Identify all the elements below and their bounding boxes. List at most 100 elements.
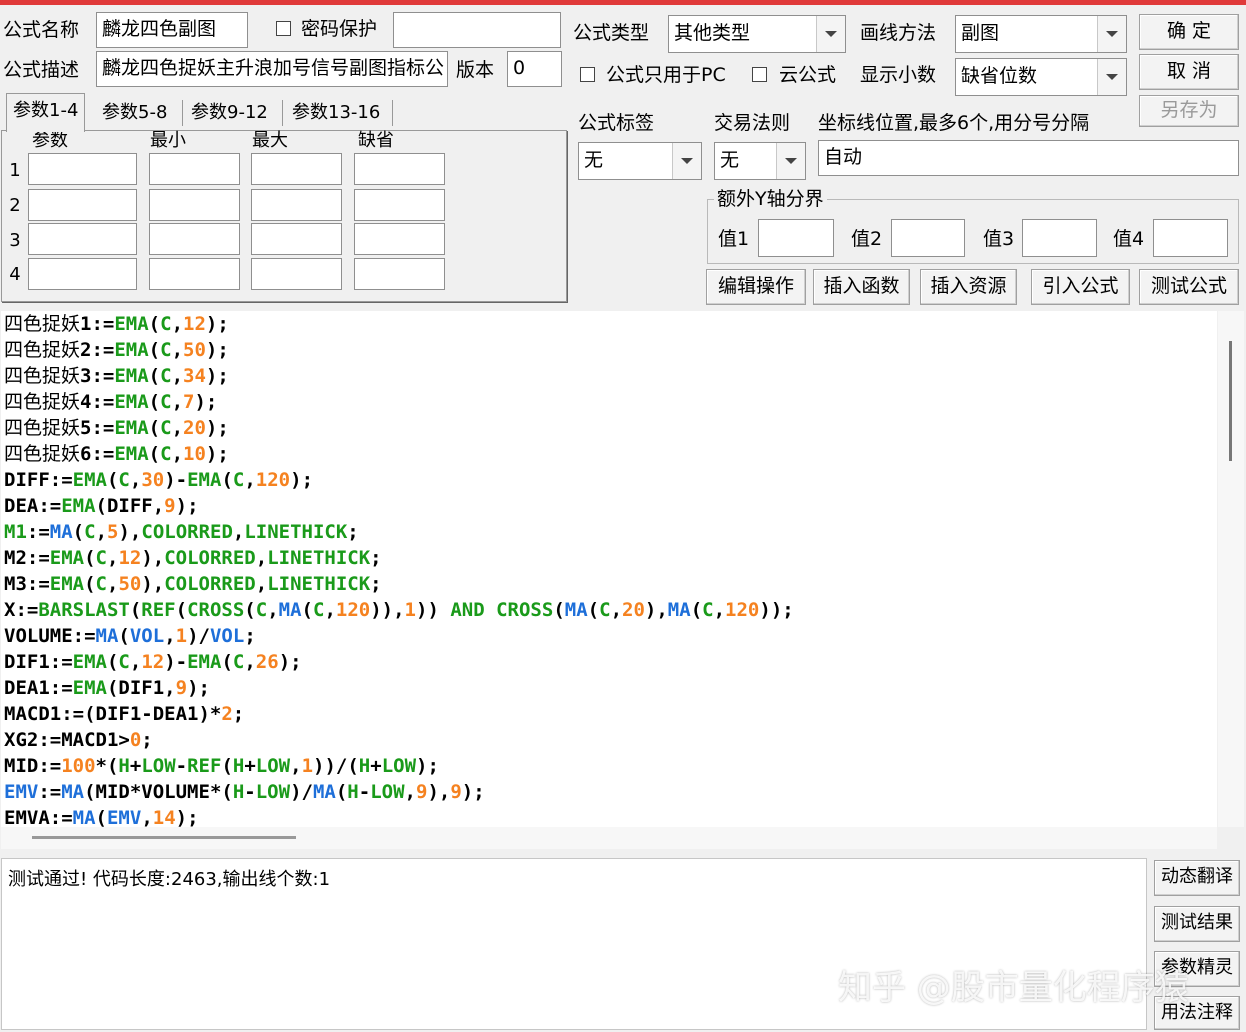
code-token: MA [49, 521, 73, 543]
vertical-scrollbar[interactable] [1218, 311, 1244, 827]
axis-position-input[interactable]: 自动 [818, 140, 1239, 176]
val2-input[interactable] [891, 219, 965, 257]
code-token: ; [370, 547, 382, 569]
param-name-input[interactable] [28, 258, 137, 290]
param-min-input[interactable] [149, 223, 240, 255]
edit-operation-button[interactable]: 编辑操作 [706, 269, 806, 305]
formula-type-select[interactable]: 其他类型 [668, 15, 846, 53]
chevron-down-icon[interactable] [816, 16, 845, 52]
code-token: CROSS [187, 599, 245, 621]
code-token: , [171, 365, 184, 387]
code-token: M1 [4, 521, 27, 543]
code-token: ; [141, 729, 153, 751]
code-token: REF [187, 755, 222, 777]
password-input[interactable] [393, 12, 561, 48]
output-message: 测试通过! 代码长度:2463,输出线个数:1 [8, 869, 331, 890]
param-default-input[interactable] [354, 153, 445, 185]
code-token: LINETHICK [267, 547, 371, 569]
param-max-input[interactable] [251, 223, 342, 255]
tab-params-1-4[interactable]: 参数1-4 [6, 93, 86, 132]
test-formula-button[interactable]: 测试公式 [1139, 269, 1239, 305]
param-min-input[interactable] [149, 189, 240, 221]
formula-name-input[interactable]: 麟龙四色副图 [96, 12, 248, 48]
cloud-checkbox[interactable] [752, 67, 767, 82]
code-token: ( [95, 807, 107, 827]
ok-button[interactable]: 确 定 [1139, 14, 1239, 50]
insert-resource-button[interactable]: 插入资源 [920, 269, 1017, 305]
code-token: , [610, 599, 623, 621]
vertical-scroll-thumb[interactable] [1229, 341, 1232, 461]
trade-rule-select[interactable]: 无 [714, 142, 806, 180]
password-checkbox[interactable] [276, 21, 291, 36]
chevron-down-icon[interactable] [1097, 16, 1126, 52]
code-token: )); [759, 599, 794, 621]
test-result-button[interactable]: 测试结果 [1154, 906, 1240, 942]
chevron-down-icon[interactable] [1097, 59, 1126, 95]
code-token: ); [290, 469, 314, 491]
val3-input[interactable] [1022, 219, 1097, 257]
param-row-number: 2 [9, 195, 21, 216]
code-token: , [171, 417, 184, 439]
code-token: , [129, 469, 142, 491]
chevron-down-icon[interactable] [776, 143, 805, 179]
code-token: ( [690, 599, 703, 621]
code-token: EMA [114, 313, 149, 335]
code-token: , [107, 547, 119, 569]
version-input[interactable]: 0 [507, 51, 562, 87]
draw-method-select[interactable]: 副图 [955, 15, 1127, 53]
code-token: ( [553, 599, 565, 621]
tab-params-13-16[interactable]: 参数13-16 [286, 96, 386, 130]
val3-label: 值3 [983, 228, 1015, 250]
code-token: 6:= [80, 443, 115, 465]
tag-select[interactable]: 无 [578, 142, 702, 180]
param-default-input[interactable] [354, 189, 445, 221]
param-min-input[interactable] [149, 153, 240, 185]
code-token: COLORRED [164, 573, 256, 595]
code-line: 四色捉妖2:=EMA(C,50); [1, 337, 1217, 363]
code-token: ; [347, 521, 359, 543]
code-token: 20 [622, 599, 645, 621]
param-name-input[interactable] [28, 223, 137, 255]
code-token: ); [205, 443, 229, 465]
code-token: MA [667, 599, 691, 621]
code-token: 120 [335, 599, 371, 621]
code-token: 12 [183, 313, 206, 335]
cancel-button[interactable]: 取 消 [1139, 54, 1239, 90]
code-token: EMV [106, 807, 142, 827]
dynamic-translate-button[interactable]: 动态翻译 [1154, 860, 1240, 896]
code-token: C [118, 651, 130, 673]
param-max-input[interactable] [251, 258, 342, 290]
code-token: 1:= [80, 313, 115, 335]
param-name-input[interactable] [28, 189, 137, 221]
save-as-button[interactable]: 另存为 [1139, 95, 1239, 127]
code-token: )/ [290, 781, 313, 803]
formula-desc-input[interactable]: 麟龙四色捉妖主升浪加号信号副图指标公 [96, 51, 448, 87]
param-name-input[interactable] [28, 153, 137, 185]
param-max-input[interactable] [251, 189, 342, 221]
code-editor[interactable]: 四色捉妖1:=EMA(C,12); 四色捉妖2:=EMA(C,50); 四色捉妖3:… [1, 311, 1217, 827]
pc-only-checkbox[interactable] [580, 67, 595, 82]
param-default-input[interactable] [354, 258, 445, 290]
param-max-input[interactable] [251, 153, 342, 185]
tab-params-9-12[interactable]: 参数9-12 [185, 96, 274, 130]
code-token: - [244, 781, 256, 803]
code-token: ); [205, 313, 229, 335]
horizontal-scroll-thumb[interactable] [32, 836, 296, 839]
param-default-input[interactable] [354, 223, 445, 255]
code-token: VOL [129, 625, 165, 647]
code-token: ), [118, 521, 142, 543]
insert-function-button[interactable]: 插入函数 [813, 269, 910, 305]
val4-label: 值4 [1113, 228, 1145, 250]
code-token: EMA [72, 677, 107, 699]
tab-params-5-8[interactable]: 参数5-8 [96, 96, 173, 130]
val4-input[interactable] [1153, 219, 1228, 257]
import-formula-button[interactable]: 引入公式 [1031, 269, 1130, 305]
code-line: M2:=EMA(C,12),COLORRED,LINETHICK; [1, 545, 1217, 571]
code-token: BARSLAST [38, 599, 130, 621]
val1-input[interactable] [758, 219, 834, 257]
code-token: 12 [118, 547, 142, 569]
chevron-down-icon[interactable] [672, 143, 701, 179]
decimal-select[interactable]: 缺省位数 [955, 58, 1127, 96]
param-min-input[interactable] [149, 258, 240, 290]
